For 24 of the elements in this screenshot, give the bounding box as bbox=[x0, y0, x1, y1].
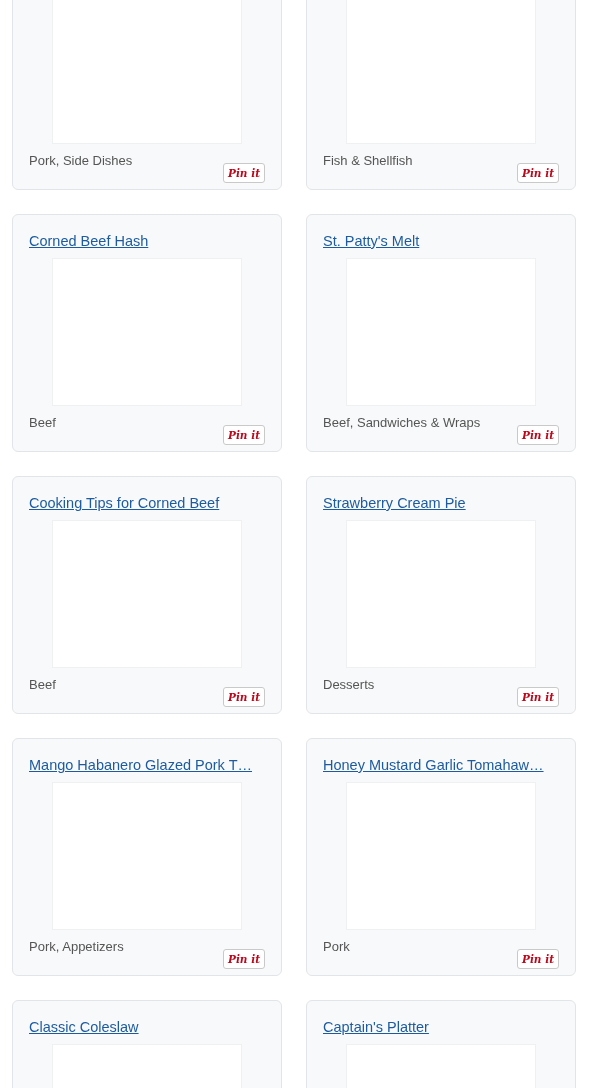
recipe-title-link[interactable]: Mango Habanero Glazed Pork T… bbox=[29, 753, 252, 777]
recipe-category: Beef bbox=[29, 414, 56, 432]
pin-it-button[interactable]: Pin it bbox=[223, 163, 265, 183]
pin-it-button[interactable]: Pin it bbox=[223, 949, 265, 969]
recipe-title-link[interactable]: Classic Coleslaw bbox=[29, 1015, 139, 1039]
recipe-title-link[interactable]: Corned Beef Hash bbox=[29, 229, 149, 253]
recipe-category: Pork bbox=[323, 938, 350, 956]
recipe-title-link[interactable]: Cooking Tips for Corned Beef bbox=[29, 491, 220, 515]
recipe-category: Pork, Side Dishes bbox=[29, 152, 133, 170]
pin-it-button[interactable]: Pin it bbox=[517, 163, 559, 183]
recipe-category: Beef bbox=[29, 676, 56, 694]
pin-it-button[interactable]: Pin it bbox=[517, 687, 559, 707]
pin-it-button[interactable]: Pin it bbox=[517, 425, 559, 445]
recipe-category: Pork, Appetizers bbox=[29, 938, 124, 956]
recipe-title-link[interactable]: Honey Mustard Garlic Tomahaw… bbox=[323, 753, 544, 777]
pin-it-button[interactable]: Pin it bbox=[223, 687, 265, 707]
recipe-category: Desserts bbox=[323, 676, 375, 694]
recipe-title-link[interactable]: Captain's Platter bbox=[323, 1015, 429, 1039]
recipe-category: Fish & Shellfish bbox=[323, 152, 413, 170]
recipe-category: Beef, Sandwiches & Wraps bbox=[323, 414, 481, 432]
pin-it-button[interactable]: Pin it bbox=[517, 949, 559, 969]
pin-it-button[interactable]: Pin it bbox=[223, 425, 265, 445]
recipe-title-link[interactable]: Strawberry Cream Pie bbox=[323, 491, 466, 515]
recipe-title-link[interactable]: St. Patty's Melt bbox=[323, 229, 420, 253]
